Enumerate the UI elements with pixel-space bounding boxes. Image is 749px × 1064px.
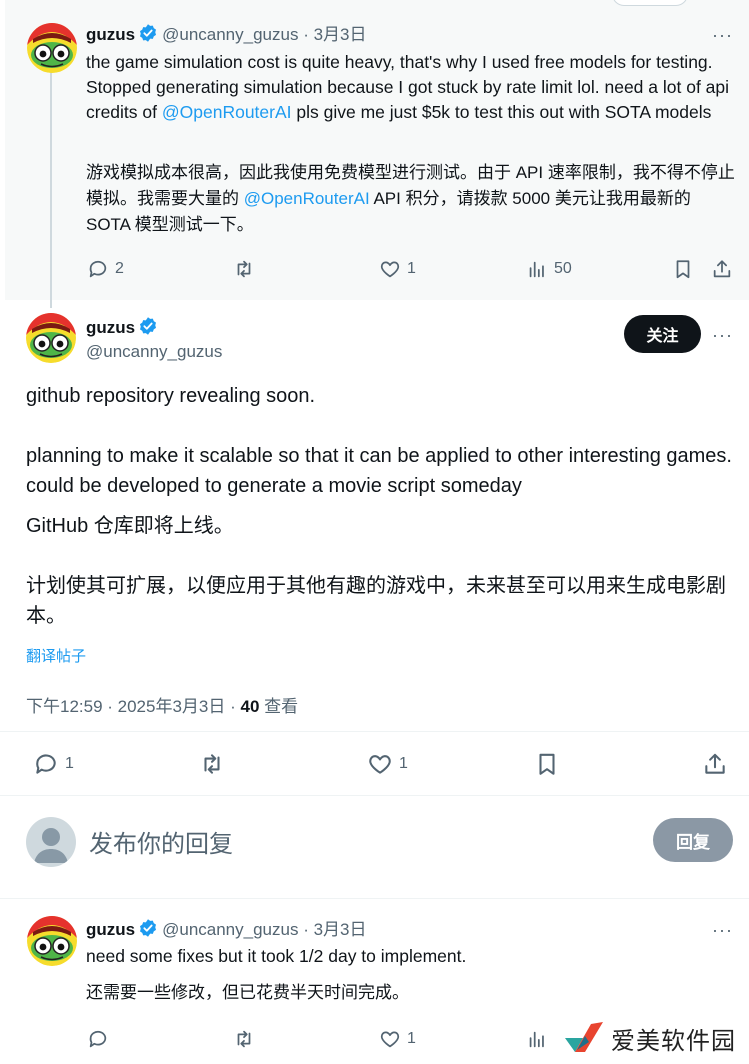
post-text-zh-line2: 计划使其可扩展，以便应用于其他有趣的游戏中，未来甚至可以用来生成电影剧本。 xyxy=(26,575,726,627)
post-text-zh: 还需要一些修改，但已花费半天时间完成。 xyxy=(86,983,409,1002)
share-icon xyxy=(702,751,728,777)
bookmark-icon xyxy=(534,751,560,777)
like-button[interactable]: 1 xyxy=(379,258,416,280)
heart-icon xyxy=(379,258,401,280)
retweet-icon xyxy=(233,1028,255,1050)
more-icon[interactable]: ··· xyxy=(712,26,733,44)
views-button[interactable] xyxy=(526,1028,548,1050)
like-button[interactable]: 1 xyxy=(379,1028,416,1050)
verified-badge-icon xyxy=(138,316,158,336)
post-text-en: the game simulation cost is quite heavy,… xyxy=(86,52,730,122)
avatar[interactable] xyxy=(27,23,77,73)
follow-button[interactable]: 关注 xyxy=(624,315,701,353)
bookmark-button[interactable] xyxy=(534,751,560,777)
author-name[interactable]: guzus xyxy=(86,920,135,939)
verified-badge-icon xyxy=(138,918,158,938)
author-handle[interactable]: @uncanny_guzus xyxy=(162,25,298,44)
reply-input[interactable]: 发布你的回复 xyxy=(89,824,233,859)
author-handle[interactable]: @uncanny_guzus xyxy=(86,341,222,363)
like-button[interactable]: 1 xyxy=(367,751,408,777)
post-date[interactable]: 3月3日 xyxy=(314,920,367,939)
post-timestamp: 下午12:59 · 2025年3月3日 · 40 查看 xyxy=(26,697,299,716)
views-button[interactable]: 50 xyxy=(526,258,572,280)
reply-icon xyxy=(33,751,59,777)
post-header: guzus @uncanny_guzus · 3月3日 xyxy=(86,23,367,44)
watermark: 爱美软件园 xyxy=(563,1020,736,1056)
views-icon xyxy=(526,1028,548,1050)
reply-button[interactable]: 2 xyxy=(87,258,124,280)
post-text-en: need some fixes but it took 1/2 day to i… xyxy=(86,946,467,966)
divider xyxy=(0,795,749,796)
heart-icon xyxy=(367,751,393,777)
mention-link[interactable]: @OpenRouterAI xyxy=(162,102,292,122)
author-handle[interactable]: @uncanny_guzus xyxy=(162,920,298,939)
retweet-button[interactable] xyxy=(233,1028,255,1050)
top-cut-button[interactable] xyxy=(612,0,688,6)
post-actions: 2 1 50 xyxy=(0,258,749,288)
post-actions: 1 1 xyxy=(0,751,749,781)
author-name-row: guzus xyxy=(86,316,162,339)
divider xyxy=(0,731,749,732)
more-icon[interactable]: ··· xyxy=(712,326,733,344)
heart-icon xyxy=(379,1028,401,1050)
post-text-en-line1: github repository revealing soon. xyxy=(26,385,316,407)
more-icon[interactable]: ··· xyxy=(712,921,733,939)
post-text-zh: 游戏模拟成本很高，因此我使用免费模型进行测试。由于 API 速率限制，我不得不停… xyxy=(86,163,735,234)
watermark-logo-icon xyxy=(565,1022,603,1052)
author-name[interactable]: guzus xyxy=(86,25,135,44)
share-button[interactable] xyxy=(702,751,728,777)
retweet-icon xyxy=(233,258,255,280)
post-date[interactable]: 3月3日 xyxy=(314,25,367,44)
bookmark-button[interactable] xyxy=(672,258,694,280)
watermark-text: 爱美软件园 xyxy=(611,1027,736,1055)
view-count: 40 xyxy=(240,697,260,716)
reply-button[interactable] xyxy=(87,1028,109,1050)
bookmark-icon xyxy=(672,258,694,280)
retweet-button[interactable] xyxy=(199,751,225,777)
author-name[interactable]: guzus xyxy=(86,318,135,337)
retweet-icon xyxy=(199,751,225,777)
divider xyxy=(0,898,749,899)
mention-link[interactable]: @OpenRouterAI xyxy=(244,189,370,208)
post-header: guzus @uncanny_guzus · 3月3日 xyxy=(86,918,367,939)
translate-post-link[interactable]: 翻译帖子 xyxy=(26,645,86,666)
reply-icon xyxy=(87,258,109,280)
share-button[interactable] xyxy=(711,258,733,280)
user-avatar[interactable] xyxy=(26,817,76,867)
reply-icon xyxy=(87,1028,109,1050)
avatar[interactable] xyxy=(27,916,77,966)
reply-submit-button[interactable]: 回复 xyxy=(653,818,733,862)
views-icon xyxy=(526,258,548,280)
verified-badge-icon xyxy=(138,23,158,43)
avatar[interactable] xyxy=(26,313,76,363)
post-text-en-line2: planning to make it scalable so that it … xyxy=(26,445,732,497)
post-text-zh-line1: GitHub 仓库即将上线。 xyxy=(26,515,234,537)
reply-button[interactable]: 1 xyxy=(33,751,74,777)
retweet-button[interactable] xyxy=(233,258,255,280)
share-icon xyxy=(711,258,733,280)
